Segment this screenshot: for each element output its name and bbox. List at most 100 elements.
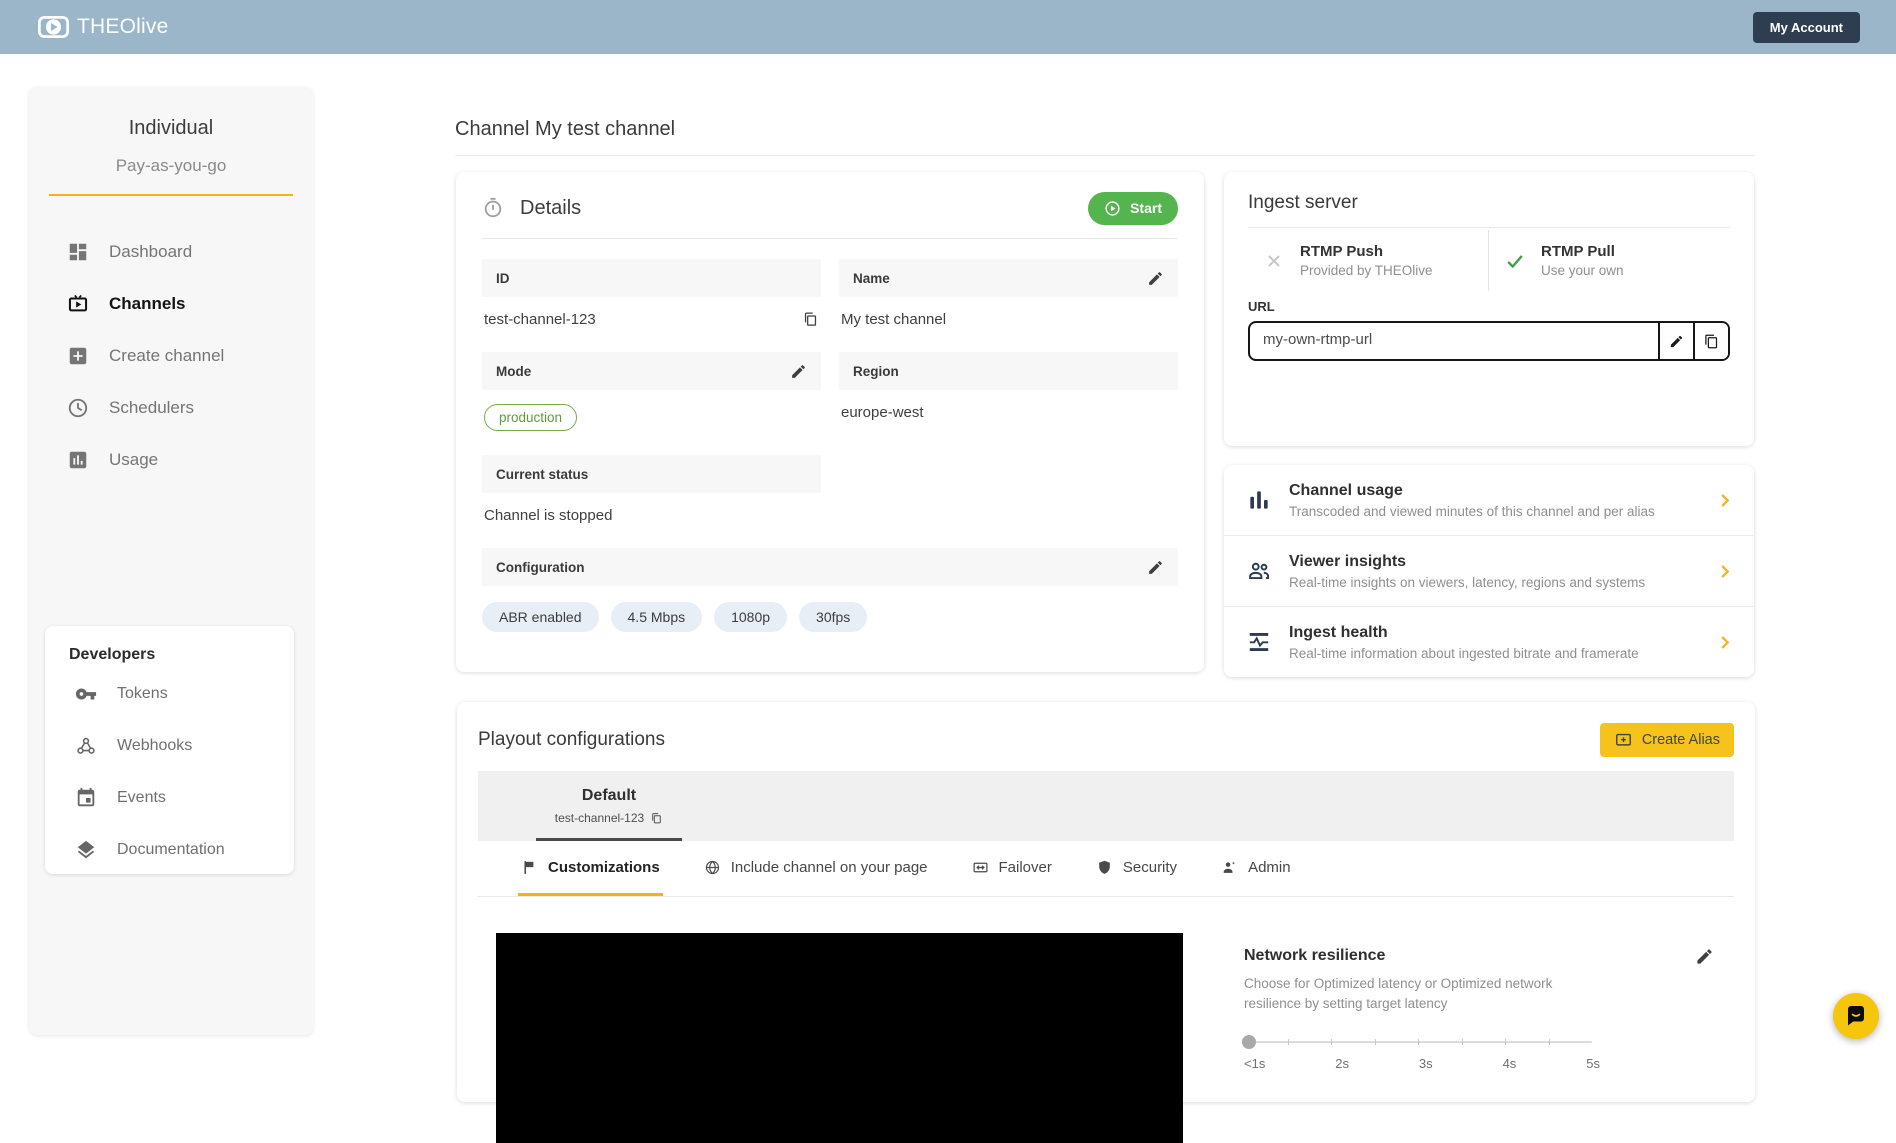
sidebar-item-webhooks[interactable]: Webhooks — [45, 720, 294, 772]
rtmp-url-field[interactable]: my-own-rtmp-url — [1248, 321, 1730, 361]
copy-icon[interactable] — [650, 812, 663, 825]
brand-logo[interactable]: THEOlive — [38, 15, 168, 39]
field-name: Name My test channel — [839, 259, 1178, 328]
playout-config-strip: Default test-channel-123 — [478, 771, 1734, 841]
timer-icon — [484, 197, 502, 218]
tab-customizations[interactable]: Customizations — [518, 841, 663, 896]
config-tag: 1080p — [714, 602, 788, 632]
key-icon — [75, 688, 97, 700]
sidebar-item-dashboard[interactable]: Dashboard — [29, 226, 313, 278]
playout-tabs: Customizations Include channel on your p… — [478, 841, 1734, 897]
status-value: Channel is stopped — [484, 507, 613, 524]
field-current-status: Current status Channel is stopped — [482, 455, 821, 524]
copy-url-button[interactable] — [1693, 323, 1728, 359]
calendar-icon — [77, 787, 95, 807]
edit-mode-button[interactable] — [790, 363, 807, 380]
url-label: URL — [1248, 299, 1275, 314]
network-resilience-panel: Network resilience Choose for Optimized … — [1242, 947, 1714, 1071]
webhook-icon — [77, 737, 95, 754]
channels-icon — [68, 294, 88, 312]
chat-launcher-button[interactable] — [1833, 993, 1879, 1039]
x-mark-icon — [1248, 251, 1300, 271]
add-box-icon — [69, 347, 87, 365]
rtmp-pull-option[interactable]: RTMP Pull Use your own — [1489, 230, 1730, 291]
network-resilience-title: Network resilience — [1244, 947, 1386, 964]
start-channel-button[interactable]: Start — [1088, 191, 1178, 225]
tab-failover[interactable]: Failover — [969, 841, 1055, 896]
chevron-right-icon — [1715, 562, 1734, 581]
failover-icon — [973, 862, 987, 872]
ingest-server-card: Ingest server RTMP Push Provided by THEO… — [1224, 172, 1754, 446]
plan-type: Pay-as-you-go — [115, 156, 227, 175]
edit-url-button[interactable] — [1658, 323, 1693, 359]
pencil-icon — [1149, 560, 1162, 574]
brand-name: THEOlive — [77, 15, 169, 38]
people-icon — [1244, 558, 1274, 584]
details-card: Details Start ID test-channel-123 Name M… — [456, 172, 1204, 672]
field-id: ID test-channel-123 — [482, 259, 821, 328]
chevron-right-icon — [1715, 633, 1734, 652]
field-mode: Mode production — [482, 352, 821, 431]
usage-chart-icon — [69, 451, 87, 469]
config-tag: 4.5 Mbps — [610, 602, 703, 632]
chat-bubble-icon — [1848, 1006, 1864, 1026]
tab-include-channel[interactable]: Include channel on your page — [701, 841, 931, 896]
plan-divider — [49, 194, 293, 196]
sidebar-item-channels[interactable]: Channels — [29, 278, 313, 330]
config-tag: ABR enabled — [482, 602, 599, 632]
channel-usage-link[interactable]: Channel usage Transcoded and viewed minu… — [1224, 465, 1754, 535]
sidebar-item-tokens[interactable]: Tokens — [45, 668, 294, 720]
mode-badge: production — [484, 404, 578, 431]
edit-name-button[interactable] — [1147, 270, 1164, 287]
playout-config-tab-default[interactable]: Default test-channel-123 — [514, 771, 704, 841]
sidebar-item-create-channel[interactable]: Create channel — [29, 330, 313, 382]
ingest-title: Ingest server — [1248, 192, 1358, 213]
region-value: europe-west — [841, 404, 924, 421]
channel-name-value: My test channel — [841, 311, 947, 328]
pulse-icon — [1244, 629, 1274, 655]
edit-configuration-button[interactable] — [1147, 559, 1164, 576]
active-config-underline — [536, 838, 682, 841]
channel-id-value: test-channel-123 — [484, 311, 596, 328]
sidebar-nav: Dashboard Channels Create channel Schedu… — [29, 226, 313, 486]
viewer-insights-link[interactable]: Viewer insights Real-time insights on vi… — [1224, 535, 1754, 606]
my-account-button[interactable]: My Account — [1752, 12, 1860, 43]
layers-icon — [77, 840, 95, 859]
slider-labels: <1s 2s 3s 4s 5s — [1244, 1055, 1600, 1071]
admin-person-icon — [1223, 861, 1236, 873]
slider-handle[interactable] — [1242, 1034, 1256, 1049]
tab-security[interactable]: Security — [1093, 841, 1180, 896]
sidebar: Individual Pay-as-you-go Dashboard Chann… — [29, 87, 313, 1035]
sidebar-item-documentation[interactable]: Documentation — [45, 824, 294, 876]
sidebar-item-events[interactable]: Events — [45, 772, 294, 824]
video-player[interactable] — [496, 933, 1183, 1143]
sidebar-item-schedulers[interactable]: Schedulers — [29, 382, 313, 434]
developers-title: Developers — [69, 646, 156, 663]
play-circle-icon — [1105, 200, 1120, 216]
developers-card: Developers Tokens Webhooks Events Docume… — [45, 626, 294, 874]
copy-icon — [1705, 334, 1718, 348]
pencil-icon — [792, 364, 805, 378]
shield-icon — [1099, 860, 1110, 874]
clock-icon — [68, 398, 88, 418]
pencil-icon — [1670, 335, 1683, 347]
copy-id-button[interactable] — [802, 311, 819, 328]
sidebar-item-usage[interactable]: Usage — [29, 434, 313, 486]
ingest-divider — [1248, 227, 1730, 228]
playout-configurations-card: Playout configurations Create Alias Defa… — [457, 702, 1755, 1143]
tab-admin[interactable]: Admin — [1218, 841, 1294, 896]
create-alias-button[interactable]: Create Alias — [1599, 723, 1734, 757]
add-to-queue-icon — [1615, 733, 1631, 746]
playout-config-channel-id: test-channel-123 — [554, 811, 645, 825]
edit-network-resilience-button[interactable] — [1695, 947, 1714, 966]
field-region-spacer — [839, 455, 1178, 524]
insight-links-card: Channel usage Transcoded and viewed minu… — [1224, 465, 1754, 677]
ingest-health-link[interactable]: Ingest health Real-time information abou… — [1224, 606, 1754, 677]
rtmp-url-value[interactable]: my-own-rtmp-url — [1250, 323, 1658, 359]
topbar: THEOlive My Account — [0, 0, 1896, 54]
field-region: Region europe-west — [839, 352, 1178, 431]
rtmp-push-option[interactable]: RTMP Push Provided by THEOlive — [1248, 230, 1489, 291]
playout-title: Playout configurations — [478, 729, 665, 750]
network-resilience-description: Choose for Optimized latency or Optimize… — [1244, 976, 1553, 1012]
plan-name: Individual — [128, 117, 214, 139]
